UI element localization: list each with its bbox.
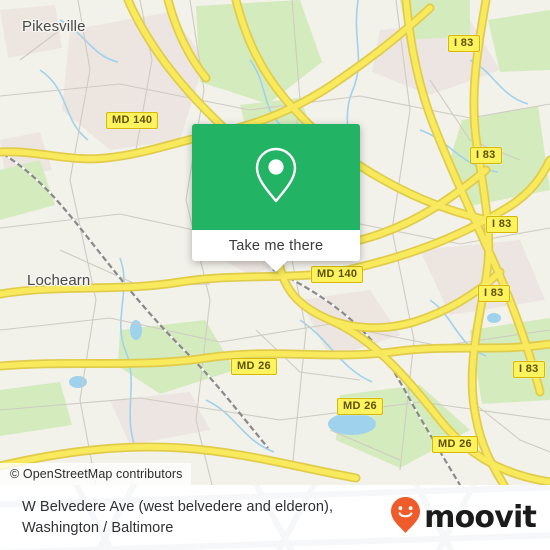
location-title: W Belvedere Ave (west belvedere and elde… — [22, 498, 334, 536]
shield-i-83-3[interactable]: I 83 — [486, 216, 518, 233]
moovit-logo[interactable]: moovit — [390, 496, 537, 539]
moovit-smiley-pin-icon — [390, 496, 421, 539]
map-attribution[interactable]: © OpenStreetMap contributors — [0, 463, 191, 485]
popup-footer[interactable]: Take me there — [192, 230, 360, 272]
moovit-wordmark: moovit — [424, 499, 537, 535]
shield-md-140-east[interactable]: MD 140 — [311, 266, 364, 283]
popup-header[interactable] — [192, 124, 360, 230]
footer-content: W Belvedere Ave (west belvedere and elde… — [0, 485, 550, 550]
shield-md-26-mid[interactable]: MD 26 — [337, 398, 383, 415]
shield-i-83-5[interactable]: I 83 — [513, 361, 545, 378]
map-canvas[interactable]: Pikesville Lochearn MD 140 MD 140 MD 26 … — [0, 0, 550, 485]
popup-tail-pointer — [265, 261, 287, 272]
shield-md-140-west[interactable]: MD 140 — [106, 112, 159, 129]
shield-md-26-east[interactable]: MD 26 — [432, 436, 478, 453]
map-pin-icon — [253, 146, 299, 209]
take-me-there-button[interactable]: Take me there — [229, 238, 323, 254]
attribution-text: © OpenStreetMap contributors — [10, 467, 183, 481]
shield-i-83-1[interactable]: I 83 — [448, 35, 480, 52]
shield-i-83-4[interactable]: I 83 — [478, 285, 510, 302]
moovit-map-screen: Pikesville Lochearn MD 140 MD 140 MD 26 … — [0, 0, 550, 550]
location-popup-card[interactable]: Take me there — [192, 124, 360, 272]
footer-bar: W Belvedere Ave (west belvedere and elde… — [0, 485, 550, 550]
shield-i-83-2[interactable]: I 83 — [470, 147, 502, 164]
shield-md-26-west[interactable]: MD 26 — [231, 358, 277, 375]
